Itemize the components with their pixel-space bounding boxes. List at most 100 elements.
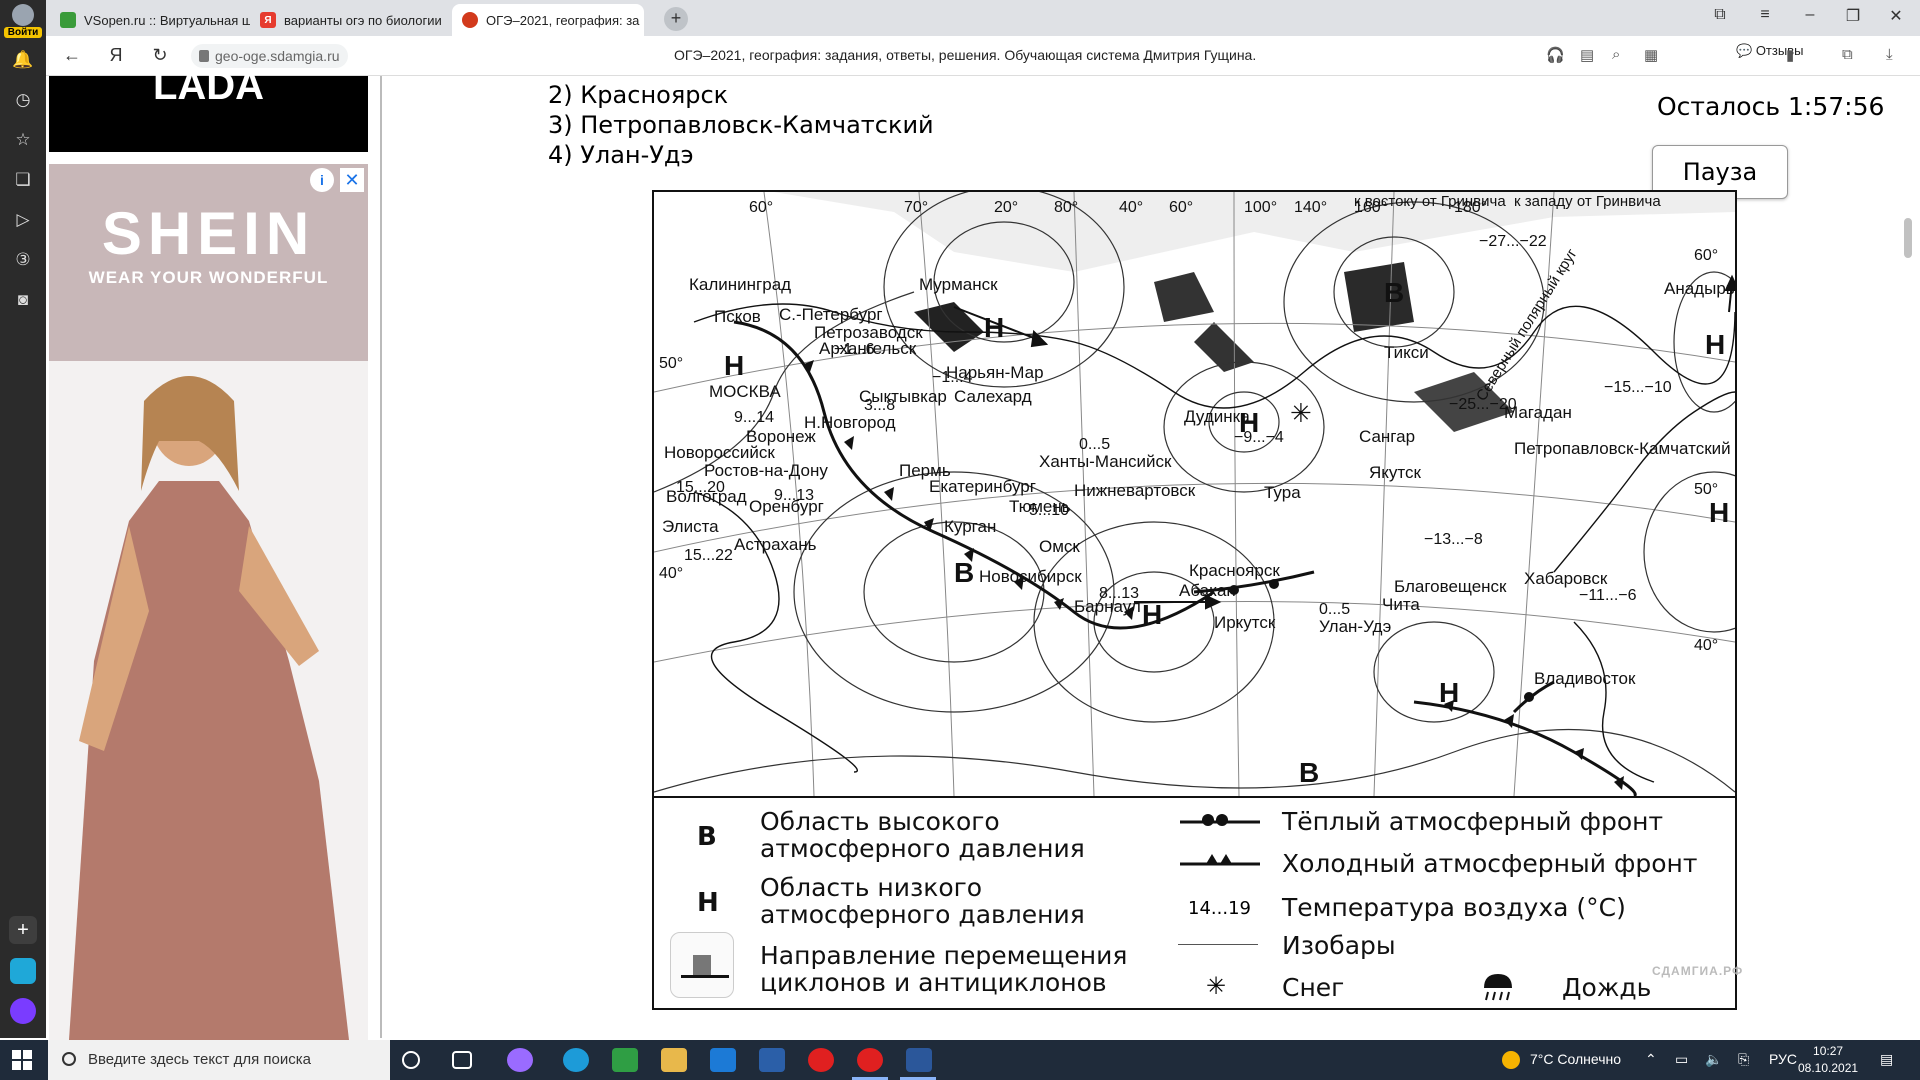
mail-icon[interactable] (710, 1048, 736, 1072)
battery-icon[interactable]: ▭ (1675, 1051, 1688, 1068)
city-label: Тикси (1384, 343, 1429, 362)
lock-icon (199, 50, 209, 62)
clock[interactable]: 10:27 08.10.2021 (1798, 1043, 1858, 1077)
taskbar-search-input[interactable]: Введите здесь текст для поиска (48, 1040, 390, 1080)
tab-vsopen[interactable]: VSopen.ru :: Виртуальная ш (50, 4, 250, 36)
close-window-icon[interactable]: ✕ (1876, 6, 1916, 26)
windows-start-icon[interactable] (12, 1050, 32, 1070)
degree-label: 80° (1054, 199, 1078, 216)
alice-icon[interactable] (10, 998, 36, 1024)
svg-text:Н: Н (1709, 497, 1729, 528)
headphones-icon[interactable]: 🎧 (1546, 46, 1565, 64)
city-label: Омск (1039, 537, 1080, 556)
tab-label: варианты огэ по биологии (284, 12, 442, 28)
city-label: Хабаровск (1524, 569, 1608, 588)
user-profile-button[interactable]: Войти (0, 0, 46, 40)
sun-icon (1502, 1051, 1520, 1069)
yandex-browser-active-icon[interactable] (857, 1048, 883, 1072)
bell-icon[interactable]: 🔔 (11, 48, 35, 72)
svg-text:Н: Н (1439, 677, 1459, 708)
degree-label: 40° (1694, 637, 1718, 654)
download-icon[interactable]: ⤓ (1886, 46, 1893, 63)
reload-icon[interactable]: ↻ (148, 45, 172, 66)
degree-label: 50° (659, 355, 683, 372)
history-icon[interactable]: ◷ (11, 88, 35, 112)
yandex-browser-icon[interactable] (808, 1048, 834, 1072)
temperature-label: −27...−22 (1479, 233, 1547, 250)
legend-movement-label: Направление перемещения циклонов и антиц… (760, 941, 1128, 997)
lada-ad[interactable]: LADA (49, 66, 368, 152)
clock-time: 10:27 (1813, 1044, 1844, 1058)
temperature-label: −15...−10 (1604, 379, 1672, 396)
tab-label: ОГЭ–2021, география: за (486, 12, 640, 28)
legend-cold-front: Холодный атмосферный фронт (1282, 849, 1698, 878)
weather-text[interactable]: 7°C Солнечно (1530, 1051, 1621, 1067)
front-symbols (1180, 814, 1260, 866)
edge-icon[interactable] (563, 1048, 589, 1072)
messenger-icon[interactable] (10, 958, 36, 984)
map-legend: В Область высокого атмосферного давления… (654, 796, 1742, 1008)
shein-tagline: WEAR YOUR WONDERFUL (88, 268, 329, 287)
yandex-logo-icon[interactable]: Я (104, 45, 128, 66)
word-icon[interactable] (906, 1048, 932, 1072)
tray-chevron-icon[interactable]: ⌃ (1645, 1051, 1657, 1068)
new-tab-button[interactable]: + (664, 7, 688, 31)
degree-label: 50° (1694, 481, 1718, 498)
bookmark-icon[interactable]: ▮ (1786, 46, 1794, 64)
menu-icon[interactable]: ≡ (1745, 6, 1785, 24)
east-of-greenwich-label: к востоку от Гринвича (1354, 193, 1506, 210)
play-icon[interactable]: ▷ (11, 208, 35, 232)
alice-taskbar-icon[interactable] (507, 1048, 533, 1072)
svg-text:Н: Н (1705, 329, 1725, 360)
temperature-label: 0...5 (1079, 436, 1110, 453)
counter-icon[interactable]: ③ (11, 248, 35, 272)
task-view-icon[interactable] (452, 1051, 472, 1069)
bookmark-pane-icon[interactable]: ⧉ (1700, 6, 1740, 24)
collections-icon[interactable]: ⧉ (1842, 46, 1853, 63)
tab-yandex-search[interactable]: Я варианты огэ по биологии (250, 4, 450, 36)
city-label: МОСКВА (709, 382, 781, 401)
shein-ad[interactable]: SHEIN WEAR YOUR WONDERFUL i ✕ (49, 164, 368, 1040)
tab-sdamgia[interactable]: ОГЭ–2021, география: за ✕ (452, 4, 644, 36)
star-icon[interactable]: ☆ (11, 128, 35, 152)
temperature-label: 3...8 (864, 397, 895, 414)
content-divider (380, 76, 382, 1038)
page-scrollbar[interactable] (1904, 218, 1912, 258)
back-icon[interactable]: ← (60, 45, 84, 66)
temperature-label: −11...−6 (1579, 587, 1637, 604)
rain-icon (1484, 974, 1512, 1001)
ad-close-icon[interactable]: ✕ (340, 168, 364, 192)
windows-taskbar: Введите здесь текст для поиска 7°C Солне… (0, 1040, 1920, 1080)
tabs-icon[interactable]: ❏ (11, 168, 35, 192)
search-icon (62, 1052, 76, 1066)
file-explorer-icon[interactable] (661, 1048, 687, 1072)
city-label: Курган (944, 517, 996, 536)
notifications-icon[interactable]: ▤ (1880, 1051, 1893, 1068)
shein-logo: SHEIN (101, 200, 316, 267)
add-panel-button[interactable]: + (9, 916, 37, 944)
whatsapp-icon[interactable] (612, 1048, 638, 1072)
extensions-icon[interactable]: ▦ (1644, 46, 1658, 64)
volume-icon[interactable]: 🔈 (1705, 1051, 1722, 1068)
language-indicator[interactable]: РУС (1769, 1051, 1797, 1067)
reader-icon[interactable]: ▤ (1580, 46, 1594, 64)
svg-text:✳: ✳ (1290, 398, 1312, 428)
svg-text:В: В (1299, 757, 1319, 788)
cortana-icon[interactable] (402, 1051, 420, 1069)
legend-snow: Снег (1282, 973, 1345, 1002)
tab-label: VSopen.ru :: Виртуальная ш (84, 12, 250, 28)
minimize-icon[interactable]: – (1790, 6, 1830, 24)
store-icon[interactable] (759, 1048, 785, 1072)
zoom-icon[interactable]: ⌕ (1612, 46, 1620, 63)
reviews-label: Отзывы (1755, 43, 1804, 58)
restore-icon[interactable]: ❐ (1833, 6, 1873, 26)
map-drawing: Н Н Н В Н В Н Н Н В ✳ КалининградПсков С.… (654, 192, 1735, 796)
ad-info-icon[interactable]: i (310, 168, 334, 192)
city-label: Салехард (954, 387, 1032, 406)
network-icon[interactable]: ⎘ (1738, 1051, 1749, 1068)
temperature-label: 15...20 (676, 479, 725, 496)
west-of-greenwich-label: к западу от Гринвича (1514, 193, 1661, 210)
legend-high-symbol: В (697, 822, 717, 852)
city-label: Тура (1264, 483, 1301, 502)
camera-icon[interactable]: ◙ (11, 288, 35, 312)
